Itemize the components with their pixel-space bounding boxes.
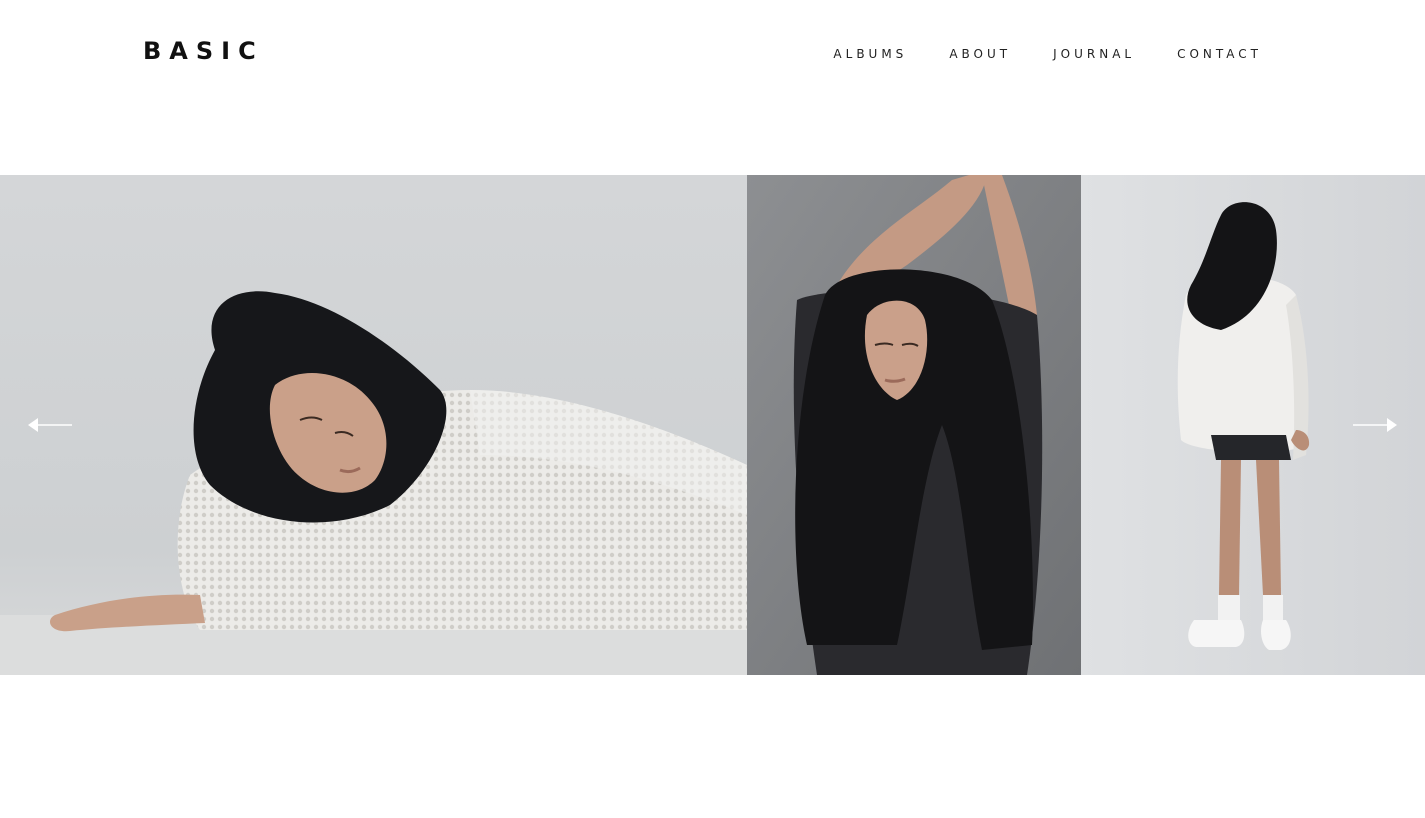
nav-item-about[interactable]: ABOUT	[949, 46, 1011, 62]
slide-reclining-model	[0, 175, 747, 675]
next-arrow-button[interactable]	[1351, 413, 1399, 437]
image-slider	[0, 175, 1425, 675]
nav-item-contact[interactable]: CONTACT	[1177, 46, 1262, 62]
main-nav: ALBUMS ABOUT JOURNAL CONTACT	[791, 46, 1262, 62]
nav-item-journal[interactable]: JOURNAL	[1053, 46, 1135, 62]
photo-arms-raised-model	[747, 175, 1081, 675]
photo-reclining-model	[0, 175, 747, 675]
prev-arrow-button[interactable]	[26, 413, 74, 437]
arrow-right-icon	[1353, 418, 1397, 432]
page: BASIC ALBUMS ABOUT JOURNAL CONTACT	[0, 0, 1425, 818]
site-logo[interactable]: BASIC	[143, 36, 264, 66]
arrow-left-icon	[28, 418, 72, 432]
nav-item-albums[interactable]: ALBUMS	[833, 46, 907, 62]
site-header: BASIC ALBUMS ABOUT JOURNAL CONTACT	[0, 0, 1425, 110]
slide-arms-raised-model	[747, 175, 1081, 675]
